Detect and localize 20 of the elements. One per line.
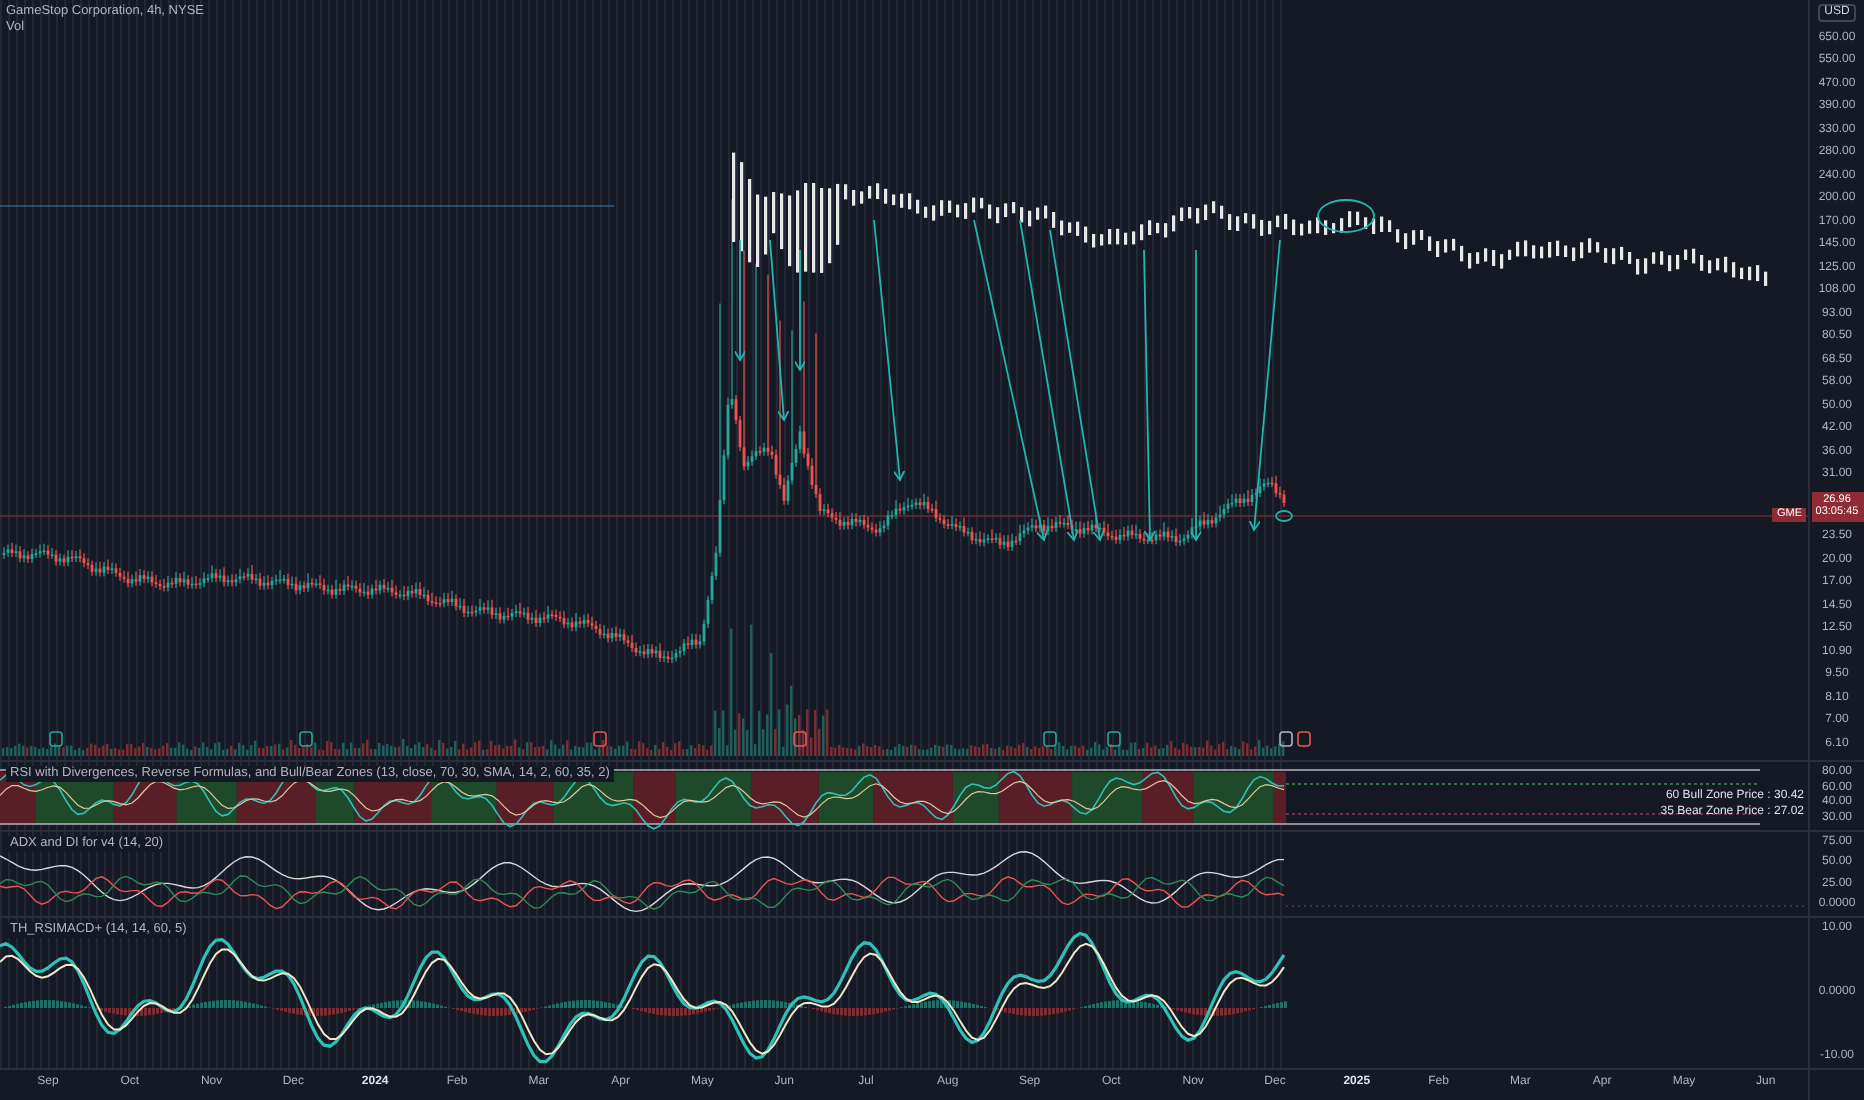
marker-icon[interactable] bbox=[593, 731, 607, 747]
marker-icon[interactable] bbox=[1107, 731, 1121, 747]
arrow[interactable] bbox=[733, 239, 747, 361]
marker-icon[interactable] bbox=[1297, 731, 1311, 747]
arrow[interactable] bbox=[1049, 229, 1105, 541]
ellipse-shape[interactable] bbox=[1275, 510, 1293, 522]
marker-icon[interactable] bbox=[299, 731, 313, 747]
arrow[interactable] bbox=[1248, 239, 1281, 531]
arrow[interactable] bbox=[1019, 219, 1079, 541]
marker-icon[interactable] bbox=[1279, 731, 1293, 747]
marker-icon[interactable] bbox=[793, 731, 807, 747]
arrow[interactable] bbox=[793, 249, 807, 371]
arrow[interactable] bbox=[1143, 249, 1157, 541]
arrow[interactable] bbox=[873, 219, 906, 481]
ellipse-shape[interactable] bbox=[1317, 199, 1375, 233]
arrow[interactable] bbox=[769, 239, 790, 421]
arrow[interactable] bbox=[973, 219, 1049, 541]
marker-icon[interactable] bbox=[49, 731, 63, 747]
marker-icon[interactable] bbox=[1043, 731, 1057, 747]
arrow[interactable] bbox=[1189, 249, 1203, 541]
